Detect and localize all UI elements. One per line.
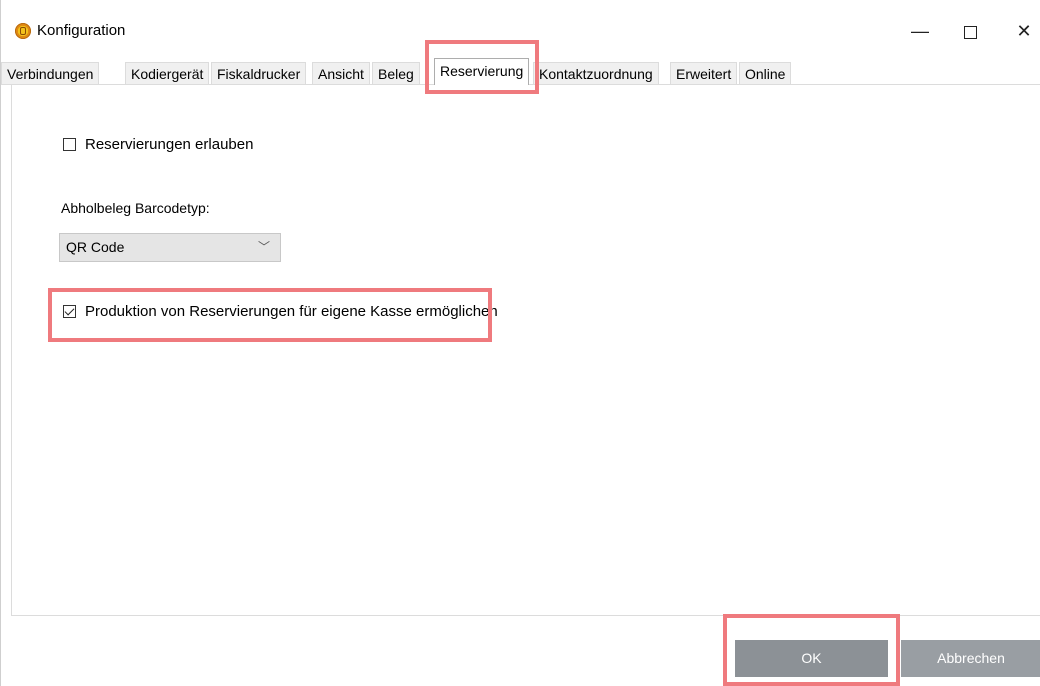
minimize-button[interactable]: — (897, 12, 943, 50)
allow-reservations-row[interactable]: Reservierungen erlauben (63, 136, 253, 153)
barcode-type-label: Abholbeleg Barcodetyp: (61, 200, 210, 216)
maximize-icon (963, 25, 977, 39)
tab-beleg[interactable]: Beleg (372, 62, 420, 84)
tab-reservierung[interactable]: Reservierung (434, 58, 530, 85)
tab-online[interactable]: Online (739, 62, 792, 84)
window-title: Konfiguration (37, 22, 126, 39)
tab-verbindungen[interactable]: Verbindungen (1, 62, 100, 84)
title-bar: Konfiguration — ✕ (1, 0, 1040, 56)
footer-divider (11, 615, 1040, 616)
production-label: Produktion von Reservierungen für eigene… (85, 303, 498, 320)
tab-panel-reservierung (11, 85, 1040, 615)
maximize-button[interactable] (947, 12, 993, 50)
app-icon (15, 23, 31, 39)
barcode-type-value: QR Code (66, 239, 125, 255)
production-checkbox[interactable] (63, 305, 76, 318)
tab-erweitert[interactable]: Erweitert (670, 62, 738, 84)
tab-kontaktzuordnung[interactable]: Kontaktzuordnung (533, 62, 659, 84)
config-window: Konfiguration — ✕ Verbindungen Kodierger… (0, 0, 1040, 686)
allow-reservations-checkbox[interactable] (63, 138, 76, 151)
tab-ansicht[interactable]: Ansicht (312, 62, 370, 84)
tab-fiskaldrucker[interactable]: Fiskaldrucker (211, 62, 307, 84)
ok-button[interactable]: OK (735, 640, 888, 677)
allow-reservations-label: Reservierungen erlauben (85, 136, 254, 153)
barcode-type-select[interactable]: QR Code ﹀ (59, 233, 281, 262)
tab-kodiergeraet[interactable]: Kodiergerät (125, 62, 210, 84)
close-button[interactable]: ✕ (1001, 12, 1040, 50)
chevron-down-icon: ﹀ (257, 240, 270, 254)
cancel-button[interactable]: Abbrechen (901, 640, 1040, 677)
production-row[interactable]: Produktion von Reservierungen für eigene… (63, 303, 498, 320)
tab-bar: Verbindungen Kodiergerät Fiskaldrucker A… (1, 58, 1040, 85)
